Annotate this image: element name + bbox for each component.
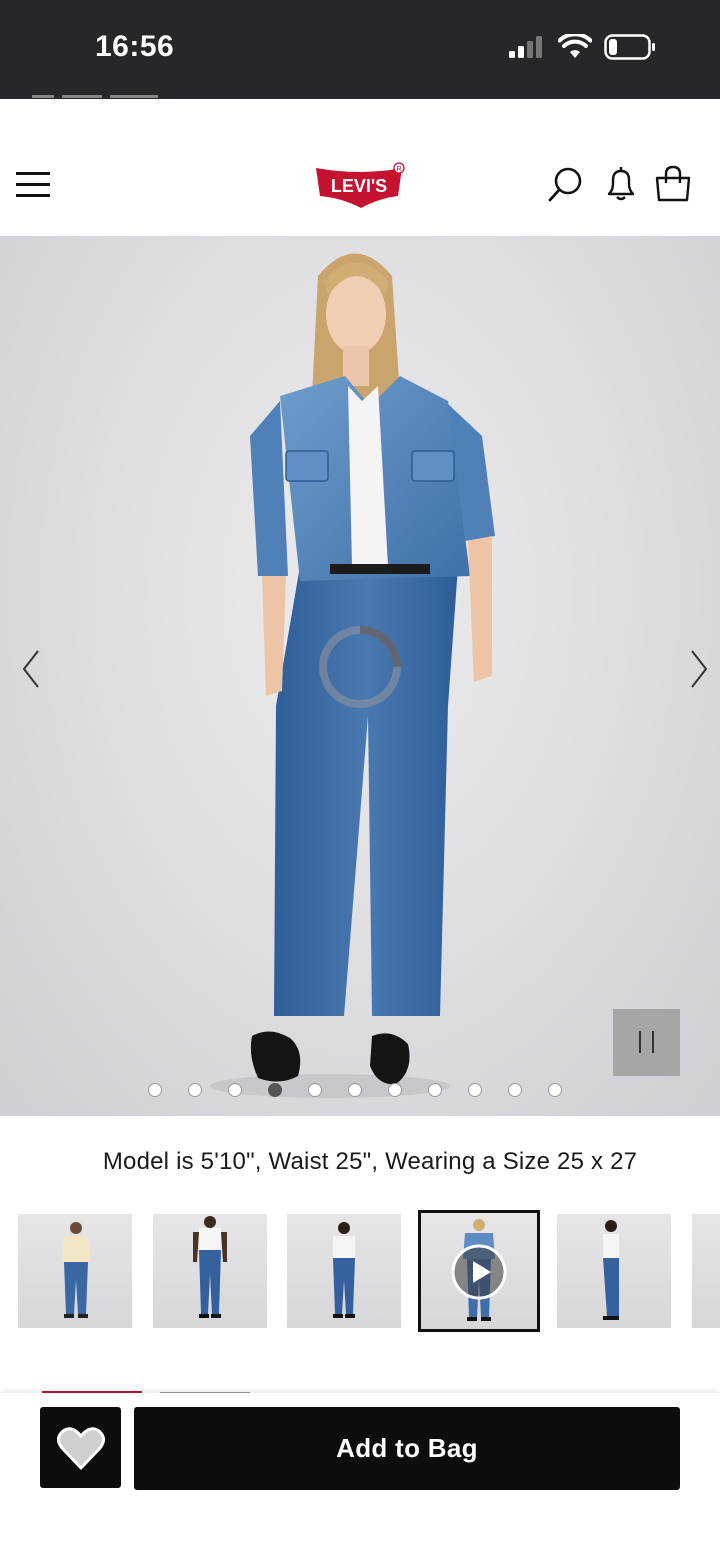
svg-text:R: R bbox=[396, 166, 401, 173]
site-header: R LEVI'S bbox=[0, 130, 720, 236]
thumbnail-front-with-sweater[interactable] bbox=[18, 1214, 132, 1328]
add-to-bag-button[interactable]: Add to Bag bbox=[134, 1407, 680, 1490]
hamburger-menu-icon[interactable] bbox=[16, 172, 52, 197]
model-size-info: Model is 5'10", Waist 25", Wearing a Siz… bbox=[102, 1148, 638, 1175]
thumbnail-side-view[interactable] bbox=[557, 1214, 671, 1328]
status-icons bbox=[508, 32, 656, 62]
product-image-gallery[interactable] bbox=[0, 236, 720, 1116]
pagination-dot[interactable] bbox=[308, 1083, 322, 1097]
pagination-dot[interactable] bbox=[428, 1083, 442, 1097]
battery-icon bbox=[604, 34, 655, 60]
thumbnail-back-view[interactable] bbox=[287, 1214, 401, 1328]
status-time: 16:56 bbox=[95, 30, 175, 63]
thumbnail-front-dark-model[interactable] bbox=[153, 1214, 267, 1328]
pagination-dot[interactable] bbox=[228, 1083, 242, 1097]
gallery-pagination-dots bbox=[148, 1083, 562, 1097]
heart-icon bbox=[57, 1427, 105, 1470]
play-video-icon[interactable] bbox=[451, 1244, 507, 1300]
clipped-banner-text bbox=[28, 82, 188, 102]
cellular-signal-icon bbox=[509, 36, 542, 58]
shopping-bag-icon[interactable] bbox=[653, 164, 693, 204]
wishlist-button[interactable] bbox=[40, 1407, 121, 1488]
thumbnail-video-front[interactable] bbox=[418, 1210, 540, 1332]
svg-text:LEVI'S: LEVI'S bbox=[331, 176, 387, 196]
bell-icon[interactable] bbox=[601, 164, 641, 204]
levis-logo[interactable]: R LEVI'S bbox=[312, 162, 410, 208]
thumbnail-strip[interactable] bbox=[0, 1210, 720, 1332]
pagination-dot[interactable] bbox=[468, 1083, 482, 1097]
wifi-icon bbox=[558, 34, 592, 58]
thumbnail-partial[interactable] bbox=[692, 1214, 720, 1328]
chevron-left-icon[interactable] bbox=[12, 641, 52, 697]
pagination-dot[interactable] bbox=[148, 1083, 162, 1097]
bottom-action-bar: Add to Bag bbox=[0, 1393, 720, 1561]
spinner-icon bbox=[317, 624, 403, 710]
pause-icon[interactable] bbox=[613, 1009, 680, 1076]
search-icon[interactable] bbox=[545, 164, 585, 204]
pagination-dot[interactable] bbox=[188, 1083, 202, 1097]
pagination-dot[interactable] bbox=[548, 1083, 562, 1097]
pagination-dot[interactable] bbox=[388, 1083, 402, 1097]
pagination-dot[interactable] bbox=[508, 1083, 522, 1097]
pagination-dot[interactable] bbox=[348, 1083, 362, 1097]
pagination-dot-active[interactable] bbox=[268, 1083, 282, 1097]
chevron-right-icon[interactable] bbox=[680, 641, 720, 697]
